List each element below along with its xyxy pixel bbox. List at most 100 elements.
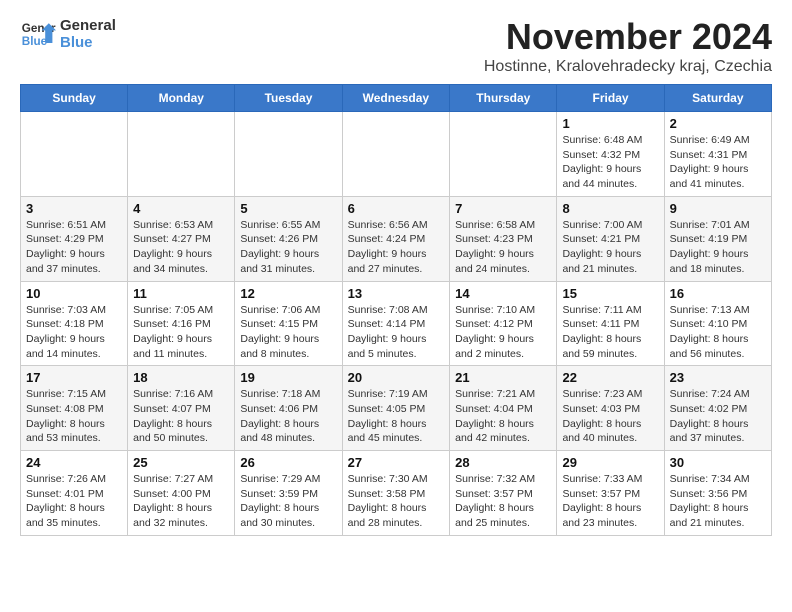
day-info: Sunrise: 7:26 AM Sunset: 4:01 PM Dayligh… — [26, 472, 122, 531]
calendar-cell: 29 Sunrise: 7:33 AM Sunset: 3:57 PM Dayli… — [557, 451, 664, 536]
calendar-cell: 6Sunrise: 6:56 AM Sunset: 4:24 PM Daylig… — [342, 196, 450, 281]
month-title: November 2024 — [484, 16, 772, 58]
day-number: 25 — [133, 455, 229, 470]
calendar-week-row: 17 Sunrise: 7:15 AM Sunset: 4:08 PM Dayli… — [21, 366, 772, 451]
day-number: 9 — [670, 201, 766, 216]
weekday-header-cell: Saturday — [664, 85, 771, 112]
day-info: Sunrise: 7:21 AM Sunset: 4:04 PM Dayligh… — [455, 387, 551, 446]
day-number: 16 — [670, 286, 766, 301]
calendar-cell — [450, 112, 557, 197]
day-number: 19 — [240, 370, 336, 385]
calendar-cell: 10 Sunrise: 7:03 AM Sunset: 4:18 PM Dayli… — [21, 281, 128, 366]
day-number: 5 — [240, 201, 336, 216]
calendar-cell: 21 Sunrise: 7:21 AM Sunset: 4:04 PM Dayli… — [450, 366, 557, 451]
day-info: Sunrise: 7:06 AM Sunset: 4:15 PM Dayligh… — [240, 303, 336, 362]
calendar-cell: 5 Sunrise: 6:55 AM Sunset: 4:26 PM Daylig… — [235, 196, 342, 281]
calendar-cell: 4Sunrise: 6:53 AM Sunset: 4:27 PM Daylig… — [128, 196, 235, 281]
day-info: Sunrise: 7:23 AM Sunset: 4:03 PM Dayligh… — [562, 387, 658, 446]
day-info: Sunrise: 6:49 AM Sunset: 4:31 PM Dayligh… — [670, 133, 766, 192]
day-info: Sunrise: 6:55 AM Sunset: 4:26 PM Dayligh… — [240, 218, 336, 277]
day-number: 11 — [133, 286, 229, 301]
day-number: 18 — [133, 370, 229, 385]
weekday-header-row: SundayMondayTuesdayWednesdayThursdayFrid… — [21, 85, 772, 112]
day-info: Sunrise: 7:24 AM Sunset: 4:02 PM Dayligh… — [670, 387, 766, 446]
day-number: 2 — [670, 116, 766, 131]
day-number: 3 — [26, 201, 122, 216]
day-info: Sunrise: 7:05 AM Sunset: 4:16 PM Dayligh… — [133, 303, 229, 362]
day-number: 30 — [670, 455, 766, 470]
calendar-cell: 23Sunrise: 7:24 AM Sunset: 4:02 PM Dayli… — [664, 366, 771, 451]
calendar-cell: 25 Sunrise: 7:27 AM Sunset: 4:00 PM Dayli… — [128, 451, 235, 536]
calendar-cell: 26Sunrise: 7:29 AM Sunset: 3:59 PM Dayli… — [235, 451, 342, 536]
logo-icon: General Blue — [20, 16, 56, 52]
calendar-cell: 20Sunrise: 7:19 AM Sunset: 4:05 PM Dayli… — [342, 366, 450, 451]
calendar-cell — [235, 112, 342, 197]
day-number: 17 — [26, 370, 122, 385]
calendar-cell: 14 Sunrise: 7:10 AM Sunset: 4:12 PM Dayli… — [450, 281, 557, 366]
calendar-cell: 24 Sunrise: 7:26 AM Sunset: 4:01 PM Dayli… — [21, 451, 128, 536]
day-info: Sunrise: 7:15 AM Sunset: 4:08 PM Dayligh… — [26, 387, 122, 446]
day-info: Sunrise: 7:01 AM Sunset: 4:19 PM Dayligh… — [670, 218, 766, 277]
calendar-cell — [21, 112, 128, 197]
day-info: Sunrise: 6:58 AM Sunset: 4:23 PM Dayligh… — [455, 218, 551, 277]
day-number: 29 — [562, 455, 658, 470]
weekday-header-cell: Thursday — [450, 85, 557, 112]
calendar-cell: 18 Sunrise: 7:16 AM Sunset: 4:07 PM Dayli… — [128, 366, 235, 451]
day-number: 4 — [133, 201, 229, 216]
calendar-cell: 7 Sunrise: 6:58 AM Sunset: 4:23 PM Daylig… — [450, 196, 557, 281]
calendar-cell: 15 Sunrise: 7:11 AM Sunset: 4:11 PM Dayli… — [557, 281, 664, 366]
day-number: 10 — [26, 286, 122, 301]
day-number: 1 — [562, 116, 658, 131]
day-info: Sunrise: 7:10 AM Sunset: 4:12 PM Dayligh… — [455, 303, 551, 362]
day-info: Sunrise: 7:30 AM Sunset: 3:58 PM Dayligh… — [348, 472, 445, 531]
weekday-header-cell: Monday — [128, 85, 235, 112]
calendar-cell — [128, 112, 235, 197]
day-info: Sunrise: 7:00 AM Sunset: 4:21 PM Dayligh… — [562, 218, 658, 277]
svg-text:Blue: Blue — [22, 35, 48, 48]
day-info: Sunrise: 7:29 AM Sunset: 3:59 PM Dayligh… — [240, 472, 336, 531]
day-info: Sunrise: 7:27 AM Sunset: 4:00 PM Dayligh… — [133, 472, 229, 531]
logo-text-line1: General — [60, 17, 116, 34]
day-info: Sunrise: 7:33 AM Sunset: 3:57 PM Dayligh… — [562, 472, 658, 531]
weekday-header-cell: Tuesday — [235, 85, 342, 112]
day-number: 14 — [455, 286, 551, 301]
day-info: Sunrise: 7:34 AM Sunset: 3:56 PM Dayligh… — [670, 472, 766, 531]
calendar-cell: 28 Sunrise: 7:32 AM Sunset: 3:57 PM Dayli… — [450, 451, 557, 536]
calendar-cell: 12Sunrise: 7:06 AM Sunset: 4:15 PM Dayli… — [235, 281, 342, 366]
calendar-cell: 3 Sunrise: 6:51 AM Sunset: 4:29 PM Daylig… — [21, 196, 128, 281]
day-info: Sunrise: 7:16 AM Sunset: 4:07 PM Dayligh… — [133, 387, 229, 446]
day-number: 8 — [562, 201, 658, 216]
logo: General Blue General Blue — [20, 16, 116, 52]
calendar-table: SundayMondayTuesdayWednesdayThursdayFrid… — [20, 84, 772, 536]
day-number: 13 — [348, 286, 445, 301]
day-number: 21 — [455, 370, 551, 385]
day-info: Sunrise: 7:18 AM Sunset: 4:06 PM Dayligh… — [240, 387, 336, 446]
day-number: 28 — [455, 455, 551, 470]
logo-text-line2: Blue — [60, 34, 116, 51]
day-info: Sunrise: 7:08 AM Sunset: 4:14 PM Dayligh… — [348, 303, 445, 362]
calendar-cell: 13 Sunrise: 7:08 AM Sunset: 4:14 PM Dayli… — [342, 281, 450, 366]
day-info: Sunrise: 7:32 AM Sunset: 3:57 PM Dayligh… — [455, 472, 551, 531]
calendar-week-row: 1Sunrise: 6:48 AM Sunset: 4:32 PM Daylig… — [21, 112, 772, 197]
title-area: November 2024 Hostinne, Kralovehradecky … — [484, 16, 772, 76]
day-info: Sunrise: 7:11 AM Sunset: 4:11 PM Dayligh… — [562, 303, 658, 362]
day-number: 24 — [26, 455, 122, 470]
day-info: Sunrise: 7:13 AM Sunset: 4:10 PM Dayligh… — [670, 303, 766, 362]
calendar-cell: 17 Sunrise: 7:15 AM Sunset: 4:08 PM Dayli… — [21, 366, 128, 451]
calendar-cell: 22Sunrise: 7:23 AM Sunset: 4:03 PM Dayli… — [557, 366, 664, 451]
calendar-cell: 27Sunrise: 7:30 AM Sunset: 3:58 PM Dayli… — [342, 451, 450, 536]
calendar-cell: 2 Sunrise: 6:49 AM Sunset: 4:31 PM Daylig… — [664, 112, 771, 197]
day-info: Sunrise: 6:56 AM Sunset: 4:24 PM Dayligh… — [348, 218, 445, 277]
day-number: 15 — [562, 286, 658, 301]
calendar-week-row: 24 Sunrise: 7:26 AM Sunset: 4:01 PM Dayli… — [21, 451, 772, 536]
calendar-cell: 19 Sunrise: 7:18 AM Sunset: 4:06 PM Dayli… — [235, 366, 342, 451]
calendar-cell: 16 Sunrise: 7:13 AM Sunset: 4:10 PM Dayli… — [664, 281, 771, 366]
calendar-cell: 8 Sunrise: 7:00 AM Sunset: 4:21 PM Daylig… — [557, 196, 664, 281]
calendar-week-row: 3 Sunrise: 6:51 AM Sunset: 4:29 PM Daylig… — [21, 196, 772, 281]
calendar-cell: 1Sunrise: 6:48 AM Sunset: 4:32 PM Daylig… — [557, 112, 664, 197]
day-info: Sunrise: 6:51 AM Sunset: 4:29 PM Dayligh… — [26, 218, 122, 277]
day-info: Sunrise: 7:03 AM Sunset: 4:18 PM Dayligh… — [26, 303, 122, 362]
day-number: 20 — [348, 370, 445, 385]
day-number: 7 — [455, 201, 551, 216]
calendar-cell: 30 Sunrise: 7:34 AM Sunset: 3:56 PM Dayli… — [664, 451, 771, 536]
